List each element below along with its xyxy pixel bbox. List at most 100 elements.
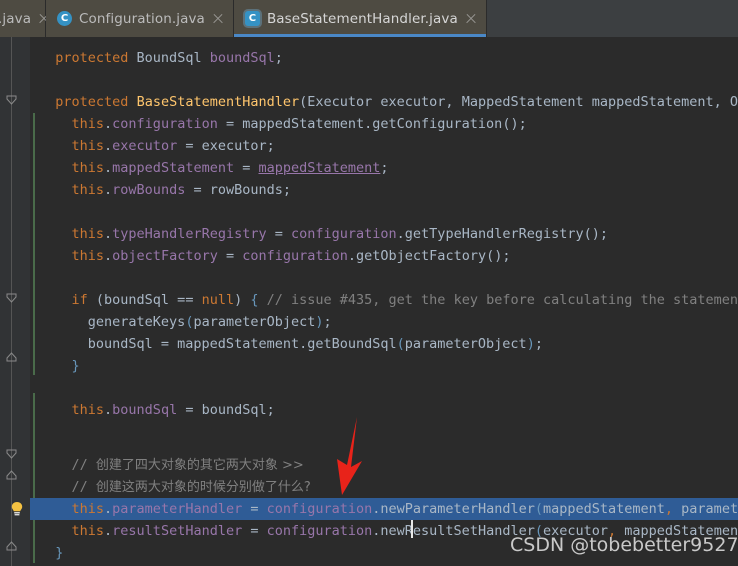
editor-gutter[interactable]: [0, 37, 30, 566]
code-line[interactable]: [30, 69, 39, 91]
code-token: ;: [282, 182, 292, 198]
code-token: {: [250, 292, 259, 308]
code-token: if: [71, 292, 88, 308]
code-token: ;: [380, 160, 389, 176]
code-token: rowBounds: [112, 182, 186, 198]
code-token: configuration: [242, 248, 348, 264]
code-token: configuration: [112, 116, 218, 132]
code-token: ;: [266, 402, 275, 418]
code-token: (: [534, 501, 543, 517]
code-token: = mappedStatement.getConfiguration: [217, 116, 503, 132]
editor-tab-2[interactable]: C BaseStatementHandler.java: [233, 0, 487, 37]
editor-tab-bar: .java C Configuration.java C BaseStateme…: [0, 0, 738, 37]
code-token: protected: [55, 94, 129, 110]
code-fold-arrow-icon[interactable]: [5, 291, 18, 304]
code-line[interactable]: [30, 201, 39, 223]
code-token: .: [104, 248, 113, 264]
code-line[interactable]: [30, 421, 39, 443]
code-text-area[interactable]: protected BoundSql boundSql; protected B…: [30, 37, 738, 566]
code-token: .: [104, 402, 113, 418]
code-token: =: [242, 501, 267, 517]
code-line[interactable]: [30, 267, 39, 289]
code-fold-arrow-icon[interactable]: [5, 540, 18, 553]
code-fold-arrow-icon[interactable]: [5, 447, 18, 460]
code-fold-arrow-icon[interactable]: [5, 93, 18, 106]
code-line[interactable]: this.boundSql = boundSql;: [30, 399, 275, 421]
code-token: parameterObj: [681, 501, 738, 517]
code-token: //: [39, 479, 96, 495]
code-token: ;: [323, 314, 332, 330]
code-line[interactable]: if (boundSql == null) { // issue #435, g…: [30, 289, 738, 311]
close-icon[interactable]: [465, 13, 477, 25]
code-token: null: [201, 292, 235, 308]
code-line[interactable]: }: [30, 355, 80, 377]
code-line[interactable]: this.mappedStatement = mappedStatement;: [30, 157, 389, 179]
java-class-icon: C: [57, 11, 72, 26]
code-token: //: [39, 457, 96, 473]
code-line[interactable]: [30, 377, 39, 399]
code-token: this: [71, 226, 105, 242]
intention-bulb-icon[interactable]: [10, 501, 24, 517]
code-token: typeHandlerRegistry: [112, 226, 267, 242]
code-token: parameterObject: [193, 314, 316, 330]
code-token: ): [234, 292, 251, 308]
code-line[interactable]: boundSql = mappedStatement.getBoundSql(p…: [30, 333, 543, 355]
code-token: configuration: [291, 226, 397, 242]
code-token: =: [266, 226, 291, 242]
editor-tab-0[interactable]: .java: [0, 0, 46, 37]
code-line[interactable]: this.objectFactory = configuration.getOb…: [30, 245, 511, 267]
code-token: this: [71, 116, 105, 132]
code-token: 创建了四大对象的其它两大对象 >>: [95, 458, 304, 473]
code-token: // issue #435, get the key before calcul…: [258, 292, 738, 308]
code-line[interactable]: this.typeHandlerRegistry = configuration…: [30, 223, 609, 245]
close-icon[interactable]: [212, 13, 224, 25]
code-token: =: [217, 248, 243, 264]
editor-tab-1[interactable]: C Configuration.java: [46, 0, 234, 37]
code-token: mappedStatement: [112, 160, 235, 176]
code-line[interactable]: this.executor = executor;: [30, 135, 275, 157]
code-token: configuration: [266, 523, 373, 539]
code-line[interactable]: protected BaseStatementHandler(Executor …: [30, 91, 738, 113]
code-editor-area[interactable]: protected BoundSql boundSql; protected B…: [0, 37, 738, 566]
code-token: }: [55, 545, 64, 561]
code-token: this: [71, 523, 105, 539]
code-token: mappedStatement: [542, 501, 665, 517]
code-token: = executor: [177, 138, 267, 154]
code-fold-arrow-icon[interactable]: [5, 469, 18, 482]
code-token: generateKeys: [39, 314, 186, 330]
tab-bar-empty-area: [486, 0, 738, 37]
code-line[interactable]: this.rowBounds = rowBounds;: [30, 179, 292, 201]
code-token: ,: [664, 501, 674, 517]
code-token: .: [104, 182, 113, 198]
code-fold-arrow-icon[interactable]: [5, 351, 18, 364]
code-line[interactable]: }: [30, 542, 63, 564]
code-line[interactable]: generateKeys(parameterObject);: [30, 311, 332, 333]
code-token: ;: [502, 248, 511, 264]
code-token: (): [583, 226, 600, 242]
code-line[interactable]: // 创建这两大对象的时候分别做了什么?: [30, 476, 311, 498]
code-token: this: [71, 402, 105, 418]
code-token: ;: [599, 226, 609, 242]
code-line[interactable]: this.configuration = mappedStatement.get…: [30, 113, 527, 135]
code-token: .: [104, 523, 113, 539]
code-line[interactable]: // 创建了四大对象的其它两大对象 >>: [30, 454, 304, 476]
code-token: resultSetHandler: [112, 523, 243, 539]
text-caret: [411, 520, 413, 538]
code-line[interactable]: this.parameterHandler = configuration.ne…: [30, 498, 738, 520]
code-token: .: [104, 160, 113, 176]
code-token: = boundSql: [177, 402, 267, 418]
code-line[interactable]: protected BoundSql boundSql;: [30, 47, 283, 69]
code-token: }: [71, 358, 80, 374]
code-token: .newParameterHandler: [372, 501, 535, 517]
